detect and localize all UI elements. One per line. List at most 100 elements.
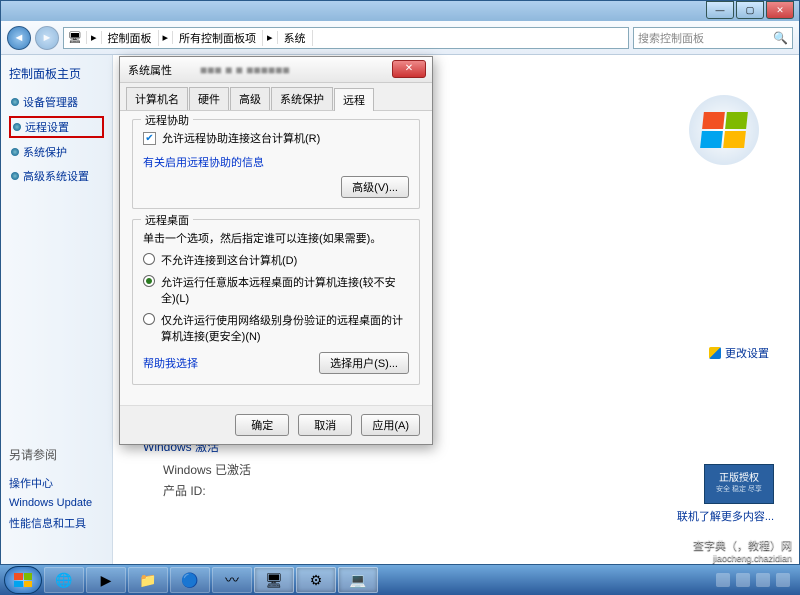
search-icon[interactable]: 🔍: [773, 31, 788, 45]
remote-assist-group: 远程协助 ✔ 允许远程协助连接这台计算机(R) 有关启用远程协助的信息 高级(V…: [132, 119, 420, 209]
sidebar-advanced-system[interactable]: 高级系统设置: [9, 166, 104, 186]
tray-icon[interactable]: [736, 573, 750, 587]
back-button[interactable]: ◄: [7, 26, 31, 50]
radio-dont-allow[interactable]: 不允许连接到这台计算机(D): [143, 252, 409, 268]
taskbar-app2[interactable]: 〰: [212, 567, 252, 593]
bullet-icon: [11, 98, 19, 106]
activated-text: Windows 已激活: [163, 461, 251, 478]
chevron-right-icon: ▸: [159, 31, 174, 44]
sidebar-device-manager[interactable]: 设备管理器: [9, 92, 104, 112]
watermark: 查字典（，教程）网 jiaocheng.chazidian: [693, 537, 792, 563]
breadcrumb[interactable]: 🖥 ▸ 控制面板 ▸ 所有控制面板项 ▸ 系统: [63, 27, 629, 49]
bullet-icon: [11, 172, 19, 180]
crumb-system[interactable]: 系统: [278, 30, 313, 46]
sidebar-item-label: 设备管理器: [23, 94, 78, 110]
tray-volume-icon[interactable]: [756, 573, 770, 587]
cancel-button[interactable]: 取消: [298, 414, 352, 436]
tab-system-protection[interactable]: 系统保护: [271, 87, 333, 110]
search-placeholder: 搜索控制面板: [638, 30, 704, 46]
computer-icon[interactable]: 🖥: [64, 31, 87, 44]
blurred-text: ■■■ ■ ■ ■■■■■■: [200, 63, 290, 77]
taskbar-explorer[interactable]: 📁: [128, 567, 168, 593]
dialog-body: 远程协助 ✔ 允许远程协助连接这台计算机(R) 有关启用远程协助的信息 高级(V…: [120, 111, 432, 405]
start-button[interactable]: [4, 566, 42, 594]
forward-button[interactable]: ►: [35, 26, 59, 50]
ok-button[interactable]: 确定: [235, 414, 289, 436]
taskbar-app3[interactable]: 🖥: [254, 567, 294, 593]
select-users-button[interactable]: 选择用户(S)...: [319, 352, 409, 374]
remote-assist-info-link[interactable]: 有关启用远程协助的信息: [143, 154, 409, 170]
radio-icon[interactable]: [143, 275, 155, 287]
tab-remote[interactable]: 远程: [334, 88, 374, 111]
bullet-icon: [11, 148, 19, 156]
see-also-title: 另请参阅: [9, 446, 104, 463]
sidebar: 控制面板主页 设备管理器 远程设置 系统保护 高级系统设置 另请参阅 操作中心 …: [1, 55, 113, 564]
radio-icon[interactable]: [143, 313, 155, 325]
minimize-button[interactable]: —: [706, 1, 734, 19]
radio-label: 允许运行任意版本远程桌面的计算机连接(较不安全)(L): [161, 274, 409, 306]
sidebar-item-label: 系统保护: [23, 144, 67, 160]
sidebar-item-label: 高级系统设置: [23, 168, 89, 184]
crumb-all-items[interactable]: 所有控制面板项: [173, 30, 263, 46]
taskbar-app4[interactable]: 💻: [338, 567, 378, 593]
close-button[interactable]: ✕: [766, 1, 794, 19]
watermark-line2: jiaocheng.chazidian: [693, 553, 792, 563]
bullet-icon: [13, 123, 21, 131]
checkbox-icon[interactable]: ✔: [143, 132, 156, 145]
see-also-action-center[interactable]: 操作中心: [9, 473, 104, 493]
sidebar-remote-settings[interactable]: 远程设置: [9, 116, 104, 138]
dialog-title: 系统属性: [128, 62, 172, 78]
crumb-control-panel[interactable]: 控制面板: [102, 30, 159, 46]
change-settings-link[interactable]: 更改设置: [709, 345, 769, 361]
tray-icon[interactable]: [716, 573, 730, 587]
allow-remote-assist-row[interactable]: ✔ 允许远程协助连接这台计算机(R): [143, 130, 409, 146]
advanced-button[interactable]: 高级(V)...: [341, 176, 409, 198]
sidebar-system-protection[interactable]: 系统保护: [9, 142, 104, 162]
nav-bar: ◄ ► 🖥 ▸ 控制面板 ▸ 所有控制面板项 ▸ 系统 搜索控制面板 🔍: [1, 21, 799, 55]
remote-desktop-group: 远程桌面 单击一个选项，然后指定谁可以连接(如果需要)。 不允许连接到这台计算机…: [132, 219, 420, 385]
radio-allow-nla[interactable]: 仅允许运行使用网络级别身份验证的远程桌面的计算机连接(更安全)(N): [143, 312, 409, 344]
sidebar-item-label: 远程设置: [25, 119, 69, 135]
remote-assist-title: 远程协助: [141, 112, 193, 128]
taskbar-ie[interactable]: 🌐: [44, 567, 84, 593]
radio-label: 仅允许运行使用网络级别身份验证的远程桌面的计算机连接(更安全)(N): [161, 312, 409, 344]
product-id-label: 产品 ID:: [163, 482, 273, 499]
remote-desktop-hint: 单击一个选项，然后指定谁可以连接(如果需要)。: [143, 230, 409, 246]
dialog-tabs: 计算机名 硬件 高级 系统保护 远程: [120, 83, 432, 111]
search-input[interactable]: 搜索控制面板 🔍: [633, 27, 793, 49]
radio-icon[interactable]: [143, 253, 155, 265]
watermark-line1: 查字典（，教程）网: [693, 537, 792, 553]
system-properties-dialog: 系统属性 ■■■ ■ ■ ■■■■■■ ✕ 计算机名 硬件 高级 系统保护 远程…: [119, 56, 433, 445]
apply-button[interactable]: 应用(A): [361, 414, 420, 436]
tray-network-icon[interactable]: [776, 573, 790, 587]
dialog-title-bar[interactable]: 系统属性 ■■■ ■ ■ ■■■■■■ ✕: [120, 57, 432, 83]
sidebar-home[interactable]: 控制面板主页: [9, 65, 104, 82]
taskbar: 🌐 ▶ 📁 🔵 〰 🖥 ⚙ 💻: [0, 565, 800, 595]
maximize-button[interactable]: ▢: [736, 1, 764, 19]
taskbar-media-player[interactable]: ▶: [86, 567, 126, 593]
radio-label: 不允许连接到这台计算机(D): [161, 252, 297, 268]
change-settings-label: 更改设置: [725, 345, 769, 361]
tab-computer-name[interactable]: 计算机名: [126, 87, 188, 110]
tab-advanced[interactable]: 高级: [230, 87, 270, 110]
title-bar: — ▢ ✕: [1, 1, 799, 21]
remote-desktop-title: 远程桌面: [141, 212, 193, 228]
product-id-row: 产品 ID:: [163, 482, 769, 499]
learn-more-link[interactable]: 联机了解更多内容...: [677, 508, 774, 524]
tab-hardware[interactable]: 硬件: [189, 87, 229, 110]
see-also-perf-info[interactable]: 性能信息和工具: [9, 513, 104, 533]
see-also-windows-update[interactable]: Windows Update: [9, 495, 104, 511]
chevron-right-icon: ▸: [263, 31, 278, 44]
radio-allow-any[interactable]: 允许运行任意版本远程桌面的计算机连接(较不安全)(L): [143, 274, 409, 306]
activated-row: Windows 已激活: [163, 461, 769, 478]
taskbar-control-panel[interactable]: ⚙: [296, 567, 336, 593]
system-tray: [716, 573, 796, 587]
shield-icon: [709, 347, 721, 359]
taskbar-app1[interactable]: 🔵: [170, 567, 210, 593]
genuine-title: 正版授权: [707, 469, 771, 484]
windows-logo-icon: [689, 95, 759, 165]
genuine-badge[interactable]: 正版授权 安全 稳定 尽享: [704, 464, 774, 504]
dialog-close-button[interactable]: ✕: [392, 60, 426, 78]
chevron-right-icon[interactable]: ▸: [87, 31, 102, 44]
help-me-choose-link[interactable]: 帮助我选择: [143, 355, 198, 371]
